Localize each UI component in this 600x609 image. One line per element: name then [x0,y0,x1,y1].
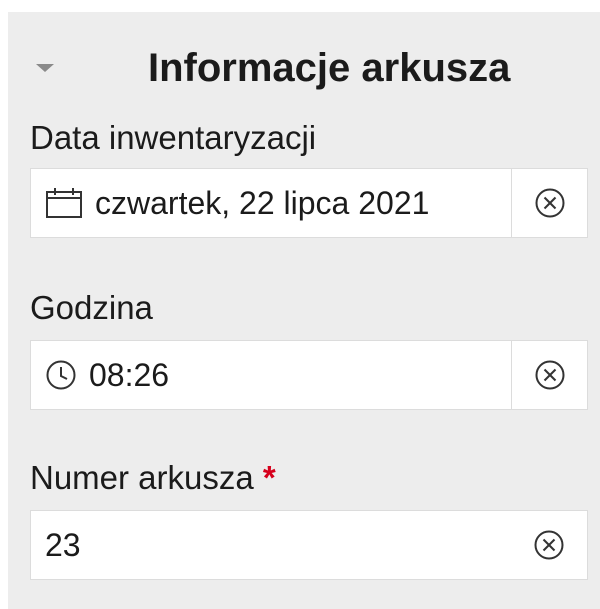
sheet-info-panel: Informacje arkusza Data inwentaryzacji c… [8,12,600,609]
time-field[interactable]: 08:26 [30,340,588,410]
time-value: 08:26 [89,356,170,393]
date-picker-input[interactable]: czwartek, 22 lipca 2021 [31,169,511,237]
sheet-number-label-text: Numer arkusza [30,459,254,496]
time-clear-button[interactable] [511,341,587,409]
sheet-number-label: Numer arkusza * [30,458,276,498]
sheet-number-field[interactable]: 23 [30,510,588,580]
required-marker: * [262,459,276,496]
date-field[interactable]: czwartek, 22 lipca 2021 [30,168,588,238]
calendar-icon [45,187,83,219]
date-clear-button[interactable] [511,169,587,237]
time-picker-input[interactable]: 08:26 [31,341,511,409]
date-value: czwartek, 22 lipca 2021 [95,184,430,221]
chevron-down-icon[interactable] [36,64,54,72]
panel-header[interactable]: Informacje arkusza [8,40,600,96]
clock-icon [45,359,77,391]
sheet-number-value: 23 [45,526,81,563]
clear-circle-icon [534,359,566,391]
panel-title: Informacje arkusza [148,46,511,90]
clear-circle-icon [533,529,565,561]
sheet-number-clear-button[interactable] [511,511,587,579]
time-label: Godzina [30,289,153,326]
clear-circle-icon [534,187,566,219]
sheet-number-input[interactable]: 23 [31,511,511,579]
date-label: Data inwentaryzacji [30,119,317,156]
